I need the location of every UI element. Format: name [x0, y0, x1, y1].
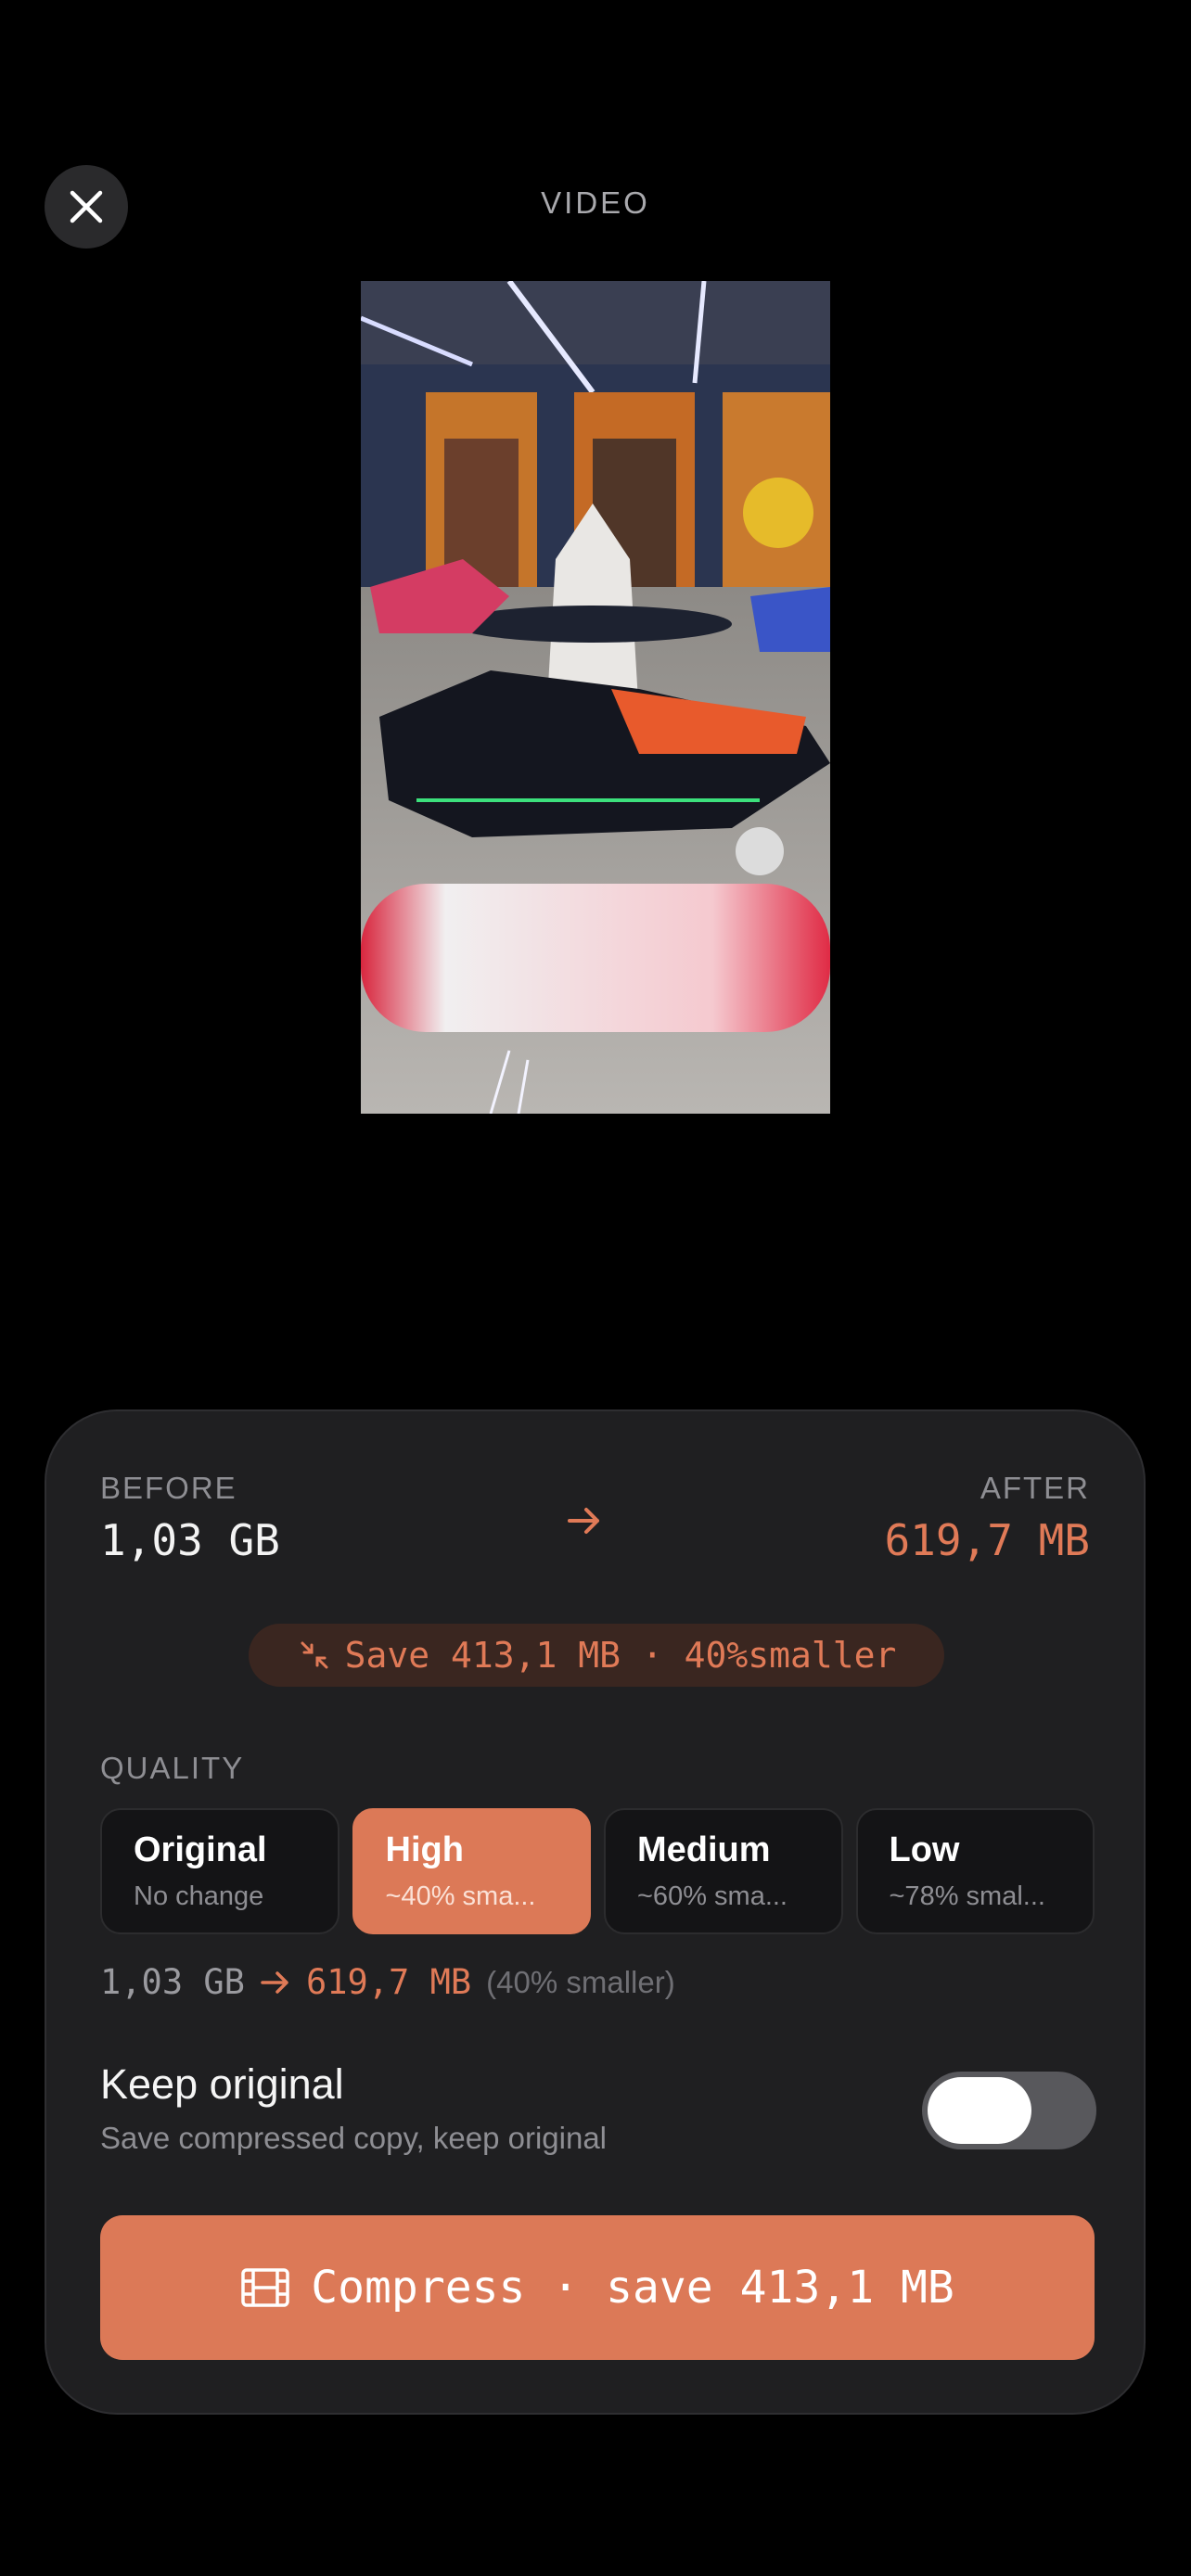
after-size: 619,7 MB — [884, 1515, 1090, 1565]
compress-button[interactable]: Compress · save 413,1 MB — [100, 2215, 1095, 2360]
quality-option-title: High — [385, 1830, 464, 1869]
quality-option-original[interactable]: Original No change — [100, 1808, 339, 1934]
compress-button-label: Compress · save 413,1 MB — [311, 2262, 954, 2314]
arrow-right-icon — [261, 1970, 288, 1994]
quality-option-medium[interactable]: Medium ~60% sma... — [604, 1808, 843, 1934]
keep-original-title: Keep original — [100, 2060, 344, 2108]
size-summary: 1,03 GB 619,7 MB (40% smaller) — [100, 1962, 675, 2002]
savings-text: Save 413,1 MB · 40%smaller — [344, 1635, 897, 1676]
quality-option-subtitle: ~40% sma... — [385, 1881, 536, 1911]
compress-arrows-icon — [301, 1641, 328, 1669]
savings-badge: Save 413,1 MB · 40%smaller — [249, 1624, 944, 1687]
compression-sheet: BEFORE 1,03 GB AFTER 619,7 MB Save 413,1… — [45, 1409, 1146, 2415]
quality-label: QUALITY — [100, 1751, 245, 1785]
quality-option-subtitle: ~60% sma... — [637, 1881, 788, 1911]
after-label: AFTER — [980, 1471, 1090, 1505]
video-thumbnail — [361, 281, 830, 1114]
video-preview[interactable] — [361, 281, 830, 1114]
arrow-right-icon — [568, 1508, 599, 1534]
quality-option-high[interactable]: High ~40% sma... — [352, 1808, 591, 1934]
size-to: 619,7 MB — [305, 1962, 472, 2002]
quality-options: Original No change High ~40% sma... Medi… — [100, 1808, 1095, 1934]
before-label: BEFORE — [100, 1471, 237, 1505]
before-size: 1,03 GB — [100, 1515, 280, 1565]
quality-option-subtitle: No change — [134, 1881, 264, 1911]
film-icon — [241, 2268, 289, 2307]
quality-option-title: Original — [134, 1830, 267, 1869]
quality-option-title: Medium — [637, 1830, 771, 1869]
quality-option-subtitle: ~78% smal... — [889, 1881, 1045, 1911]
page-title: VIDEO — [541, 185, 650, 220]
size-from: 1,03 GB — [100, 1962, 245, 2002]
keep-original-subtitle: Save compressed copy, keep original — [100, 2121, 608, 2155]
keep-original-toggle[interactable] — [922, 2072, 1096, 2149]
toggle-knob — [928, 2077, 1031, 2144]
quality-option-title: Low — [889, 1830, 960, 1869]
size-percent: (40% smaller) — [486, 1964, 675, 1999]
quality-option-low[interactable]: Low ~78% smal... — [855, 1808, 1095, 1934]
